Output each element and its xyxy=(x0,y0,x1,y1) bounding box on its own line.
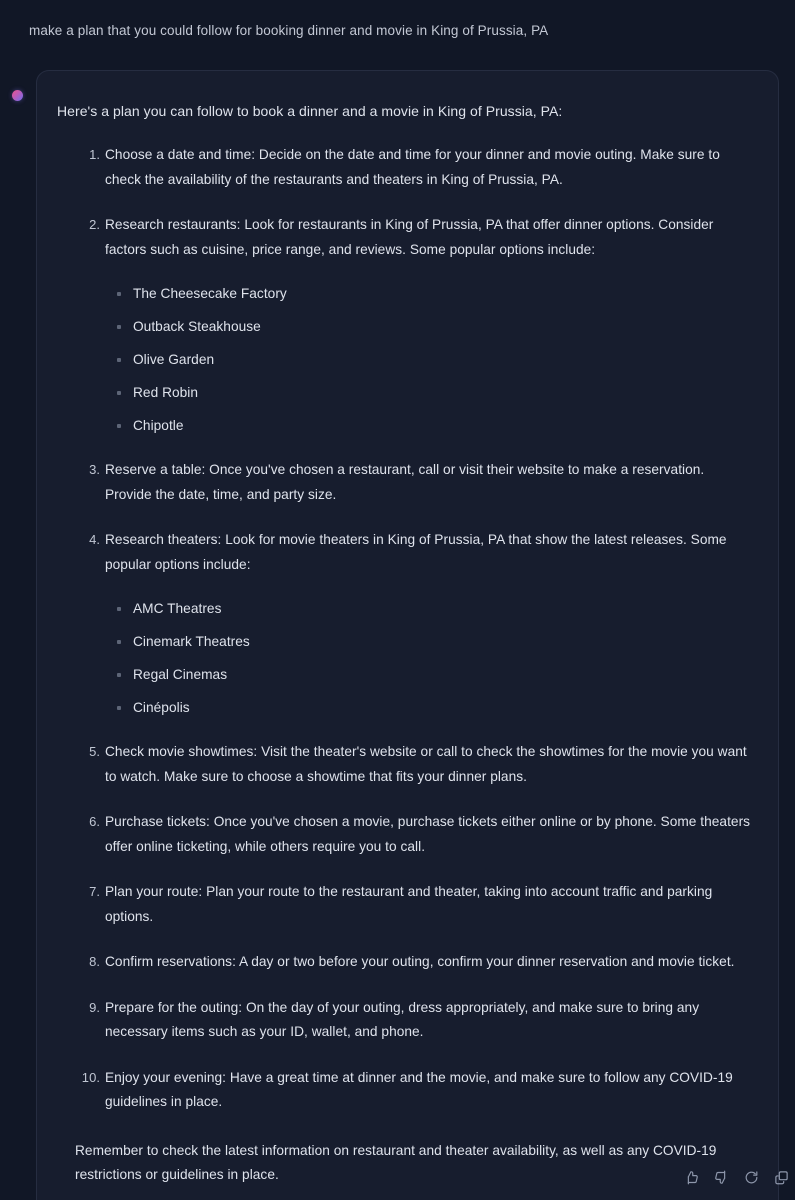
assistant-message-card: Here's a plan you can follow to book a d… xyxy=(36,70,779,1200)
plan-step-sublist: AMC Theatres Cinemark Theatres Regal Cinem… xyxy=(105,598,752,719)
plan-step: Research theaters: Look for movie theate… xyxy=(75,528,752,719)
plan-step: Choose a date and time: Decide on the da… xyxy=(75,143,752,192)
assistant-avatar-icon xyxy=(12,90,23,101)
sublist-item: The Cheesecake Factory xyxy=(117,283,752,305)
sublist-item: Regal Cinemas xyxy=(117,664,752,686)
regenerate-icon[interactable] xyxy=(740,1166,762,1188)
sublist-item: Chipotle xyxy=(117,415,752,437)
sublist-item: Cinépolis xyxy=(117,697,752,719)
plan-step-text: Check movie showtimes: Visit the theater… xyxy=(105,744,747,784)
plan-step: Confirm reservations: A day or two befor… xyxy=(75,950,752,975)
plan-step-text: Research restaurants: Look for restauran… xyxy=(105,217,714,257)
message-actions-toolbar xyxy=(680,1166,792,1188)
plan-step-text: Plan your route: Plan your route to the … xyxy=(105,884,713,924)
plan-step-text: Prepare for the outing: On the day of yo… xyxy=(105,999,700,1040)
plan-step: Reserve a table: Once you've chosen a re… xyxy=(75,458,752,507)
plan-steps-list: Choose a date and time: Decide on the da… xyxy=(57,143,752,1115)
plan-step-text: Enjoy your evening: Have a great time at… xyxy=(105,1069,733,1110)
plan-step-text: Confirm reservations: A day or two befor… xyxy=(105,954,735,969)
sublist-item: Cinemark Theatres xyxy=(117,631,752,653)
plan-step: Plan your route: Plan your route to the … xyxy=(75,880,752,929)
sublist-item: Outback Steakhouse xyxy=(117,316,752,338)
plan-step: Purchase tickets: Once you've chosen a m… xyxy=(75,810,752,859)
plan-step-text: Reserve a table: Once you've chosen a re… xyxy=(105,462,705,502)
conversation-page: make a plan that you could follow for bo… xyxy=(0,0,795,1200)
copy-icon[interactable] xyxy=(770,1166,792,1188)
plan-step: Research restaurants: Look for restauran… xyxy=(75,213,752,437)
plan-step-text: Purchase tickets: Once you've chosen a m… xyxy=(105,814,751,854)
thumbs-up-icon[interactable] xyxy=(680,1166,702,1188)
assistant-closing-text: Remember to check the latest information… xyxy=(75,1142,717,1183)
plan-step-text: Choose a date and time: Decide on the da… xyxy=(105,147,720,187)
assistant-intro-text: Here's a plan you can follow to book a d… xyxy=(57,103,563,119)
plan-step: Prepare for the outing: On the day of yo… xyxy=(75,996,752,1045)
plan-step: Check movie showtimes: Visit the theater… xyxy=(75,740,752,789)
sublist-item: Olive Garden xyxy=(117,349,752,371)
thumbs-down-icon[interactable] xyxy=(710,1166,732,1188)
user-message: make a plan that you could follow for bo… xyxy=(29,23,549,38)
plan-step-sublist: The Cheesecake Factory Outback Steakhouse… xyxy=(105,283,752,437)
plan-step-text: Research theaters: Look for movie theate… xyxy=(105,532,727,572)
plan-step: Enjoy your evening: Have a great time at… xyxy=(75,1066,752,1115)
sublist-item: Red Robin xyxy=(117,382,752,404)
sublist-item: AMC Theatres xyxy=(117,598,752,620)
